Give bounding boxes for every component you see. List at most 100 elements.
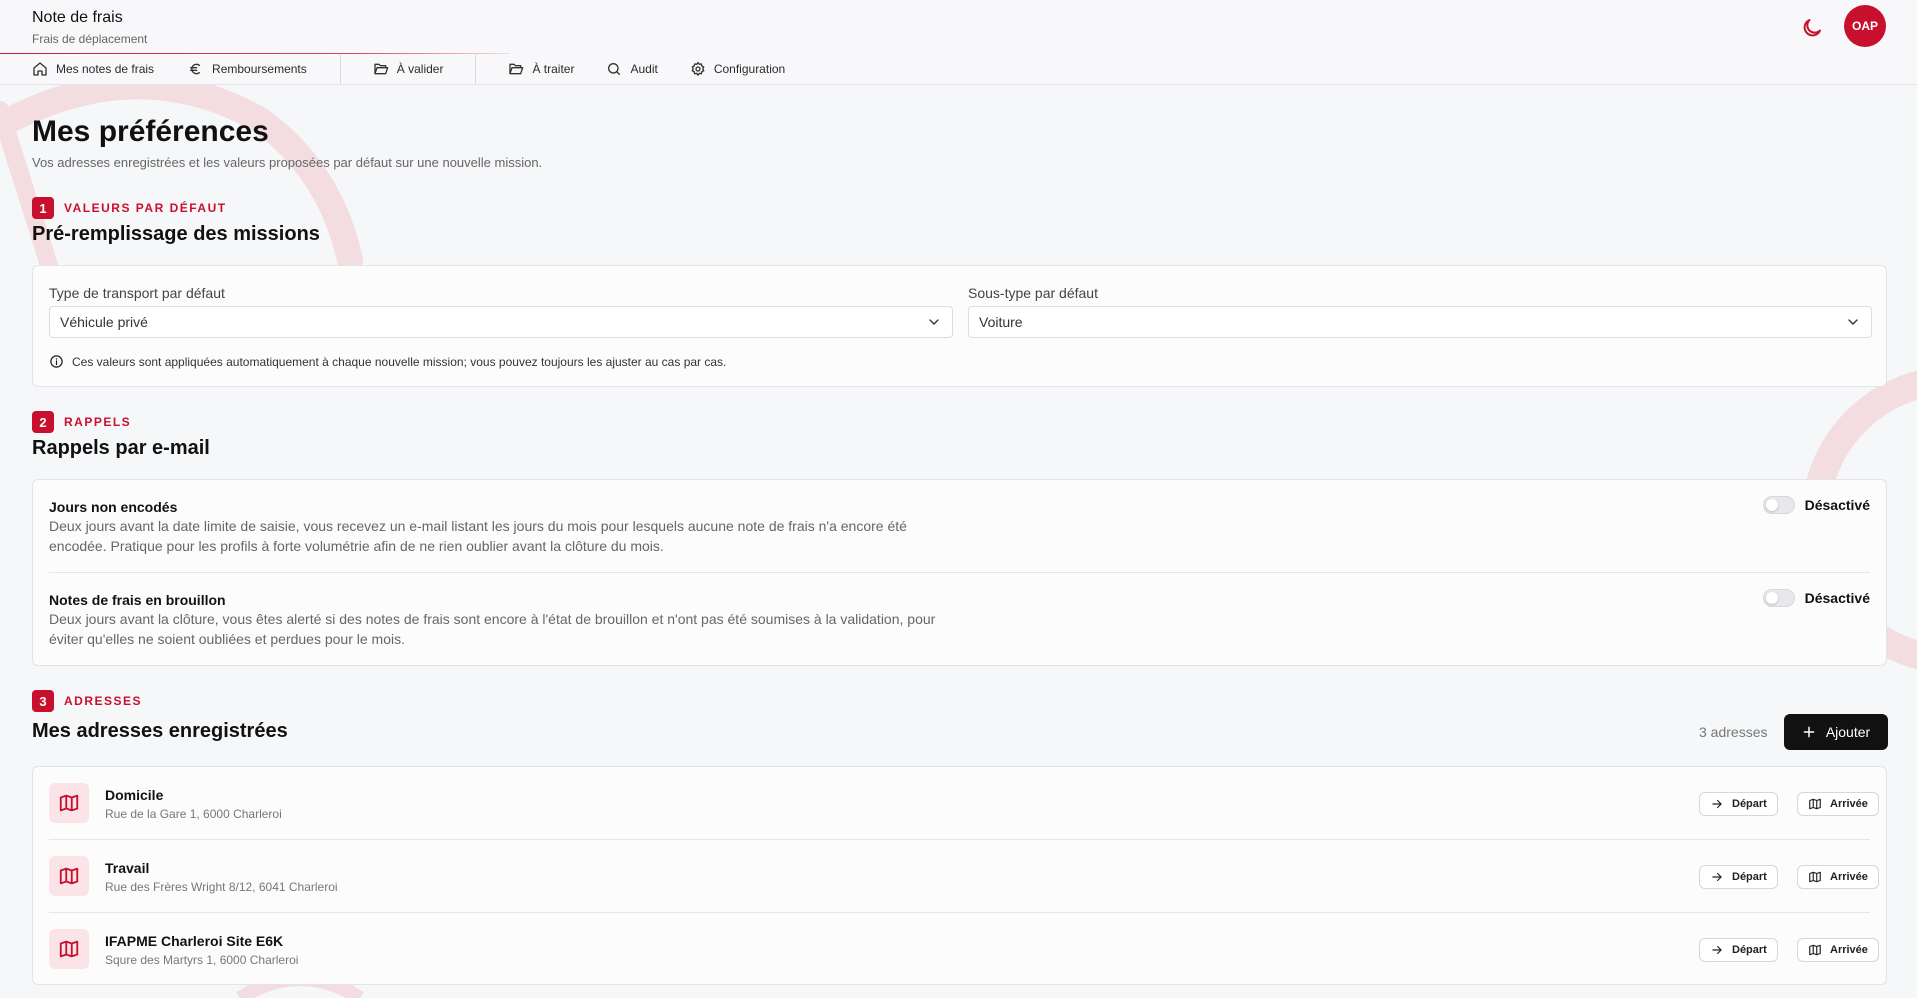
- map-icon: [49, 783, 89, 823]
- toggle-knob: [1765, 499, 1778, 511]
- search-icon: [608, 62, 621, 75]
- depart-button[interactable]: Départ: [1699, 865, 1778, 889]
- reminder-title: Jours non encodés: [49, 499, 178, 515]
- nav-label: Audit: [630, 62, 658, 76]
- nav-label: Configuration: [713, 62, 786, 76]
- chevron-down-icon: [1848, 319, 1858, 325]
- arrivee-button[interactable]: Arrivée: [1797, 865, 1879, 889]
- info-text: Ces valeurs sont appliquées automatiquem…: [72, 354, 727, 369]
- folder-open-icon: [509, 63, 524, 75]
- gear-icon: [691, 61, 705, 77]
- nav-label: À valider: [396, 62, 444, 76]
- add-button-label: Ajouter: [1825, 724, 1871, 740]
- reminder-description: Deux jours avant la date limite de saisi…: [49, 518, 907, 554]
- transport-type-select[interactable]: Véhicule privé: [49, 306, 953, 338]
- depart-label: Départ: [1732, 798, 1767, 810]
- nav-audit[interactable]: Audit: [606, 54, 658, 84]
- map-icon: [1809, 798, 1821, 810]
- map-icon: [49, 856, 89, 896]
- section-reminders-title: Rappels par e-mail: [32, 437, 210, 459]
- depart-button[interactable]: Départ: [1699, 938, 1778, 962]
- reminder-toggle-row: Désactivé: [1762, 496, 1870, 514]
- folder-open-icon: [374, 63, 389, 75]
- nav-label: Mes notes de frais: [56, 62, 155, 76]
- divider: [49, 839, 1870, 840]
- arrow-right-icon: [1712, 799, 1722, 809]
- divider: [49, 912, 1870, 913]
- address-line: Squre des Martyrs 1, 6000 Charleroi: [105, 953, 299, 967]
- toggle-knob: [1765, 592, 1778, 604]
- depart-label: Départ: [1732, 944, 1767, 956]
- nav-configuration[interactable]: Configuration: [690, 54, 785, 84]
- arrivee-label: Arrivée: [1830, 944, 1868, 956]
- toggle-status: Désactivé: [1804, 590, 1870, 606]
- transport-type-label: Type de transport par défaut: [49, 285, 225, 301]
- chevron-down-icon: [929, 319, 939, 325]
- arrivee-button[interactable]: Arrivée: [1797, 792, 1879, 816]
- toggle-status: Désactivé: [1804, 497, 1870, 513]
- info-icon: [50, 355, 63, 368]
- arrivee-label: Arrivée: [1830, 798, 1868, 810]
- nav-a-traiter[interactable]: À traiter: [508, 54, 574, 84]
- app-subtitle: Frais de déplacement: [32, 32, 148, 46]
- app-title: Note de frais: [32, 9, 123, 26]
- map-icon: [1809, 944, 1821, 956]
- arrivee-button[interactable]: Arrivée: [1797, 938, 1879, 962]
- section-number-badge: 3: [32, 690, 54, 712]
- nav-separator: [475, 54, 477, 84]
- section-defaults-title: Pré-remplissage des missions: [32, 223, 320, 245]
- euro-icon: [190, 63, 201, 75]
- reminder-title: Notes de frais en brouillon: [49, 592, 226, 608]
- section-label: ADRESSES: [64, 694, 143, 708]
- depart-label: Départ: [1732, 871, 1767, 883]
- user-avatar[interactable]: OAP: [1844, 5, 1886, 47]
- subtype-select[interactable]: Voiture: [968, 306, 1872, 338]
- add-address-button[interactable]: Ajouter: [1784, 714, 1888, 750]
- main-nav: Mes notes de frais Remboursements À vali…: [0, 54, 1917, 85]
- addresses-card: Domicile Rue de la Gare 1, 6000 Charlero…: [32, 766, 1887, 985]
- reminder-description: Deux jours avant la clôture, vous êtes a…: [49, 611, 936, 647]
- section-addresses-header: 3 ADRESSES: [32, 690, 142, 712]
- arrow-right-icon: [1712, 872, 1722, 882]
- section-number-badge: 2: [32, 411, 54, 433]
- defaults-info: Ces valeurs sont appliquées automatiquem…: [49, 354, 726, 369]
- select-value: Voiture: [979, 314, 1023, 330]
- arrivee-label: Arrivée: [1830, 871, 1868, 883]
- page-subtitle: Vos adresses enregistrées et les valeurs…: [32, 155, 543, 170]
- select-value: Véhicule privé: [60, 314, 148, 330]
- address-name: IFAPME Charleroi Site E6K: [105, 933, 284, 949]
- nav-separator: [339, 54, 341, 84]
- page-title: Mes préférences: [32, 115, 269, 148]
- home-icon: [33, 62, 47, 76]
- map-icon: [1809, 871, 1821, 883]
- subtype-label: Sous-type par défaut: [968, 285, 1098, 301]
- section-addresses-title: Mes adresses enregistrées: [32, 720, 288, 742]
- nav-label: À traiter: [532, 62, 575, 76]
- map-icon: [49, 929, 89, 969]
- section-defaults-header: 1 VALEURS PAR DÉFAUT: [32, 197, 227, 219]
- nav-a-valider[interactable]: À valider: [373, 54, 444, 84]
- plus-icon: [1803, 726, 1815, 738]
- nav-remboursements[interactable]: Remboursements: [188, 54, 307, 84]
- address-name: Travail: [105, 860, 150, 876]
- reminder-toggle[interactable]: [1762, 589, 1795, 607]
- arrow-right-icon: [1712, 945, 1722, 955]
- section-number-badge: 1: [32, 197, 54, 219]
- address-line: Rue des Frères Wright 8/12, 6041 Charler…: [105, 880, 338, 894]
- nav-mes-notes-de-frais[interactable]: Mes notes de frais: [32, 54, 154, 84]
- address-count: 3 adresses: [1699, 724, 1768, 740]
- section-reminders-header: 2 RAPPELS: [32, 411, 131, 433]
- address-line: Rue de la Gare 1, 6000 Charleroi: [105, 807, 282, 821]
- address-name: Domicile: [105, 787, 164, 803]
- section-label: RAPPELS: [64, 415, 132, 429]
- nav-label: Remboursements: [212, 62, 307, 76]
- reminder-toggle-row: Désactivé: [1762, 589, 1870, 607]
- depart-button[interactable]: Départ: [1699, 792, 1778, 816]
- divider: [49, 572, 1870, 573]
- moon-icon[interactable]: [1800, 16, 1824, 40]
- defaults-card: Type de transport par défaut Véhicule pr…: [32, 265, 1887, 387]
- section-label: VALEURS PAR DÉFAUT: [64, 201, 227, 215]
- reminder-toggle[interactable]: [1762, 496, 1795, 514]
- reminders-card: Jours non encodés Deux jours avant la da…: [32, 479, 1887, 666]
- top-bar: Note de frais Frais de déplacement OAP: [0, 0, 1917, 55]
